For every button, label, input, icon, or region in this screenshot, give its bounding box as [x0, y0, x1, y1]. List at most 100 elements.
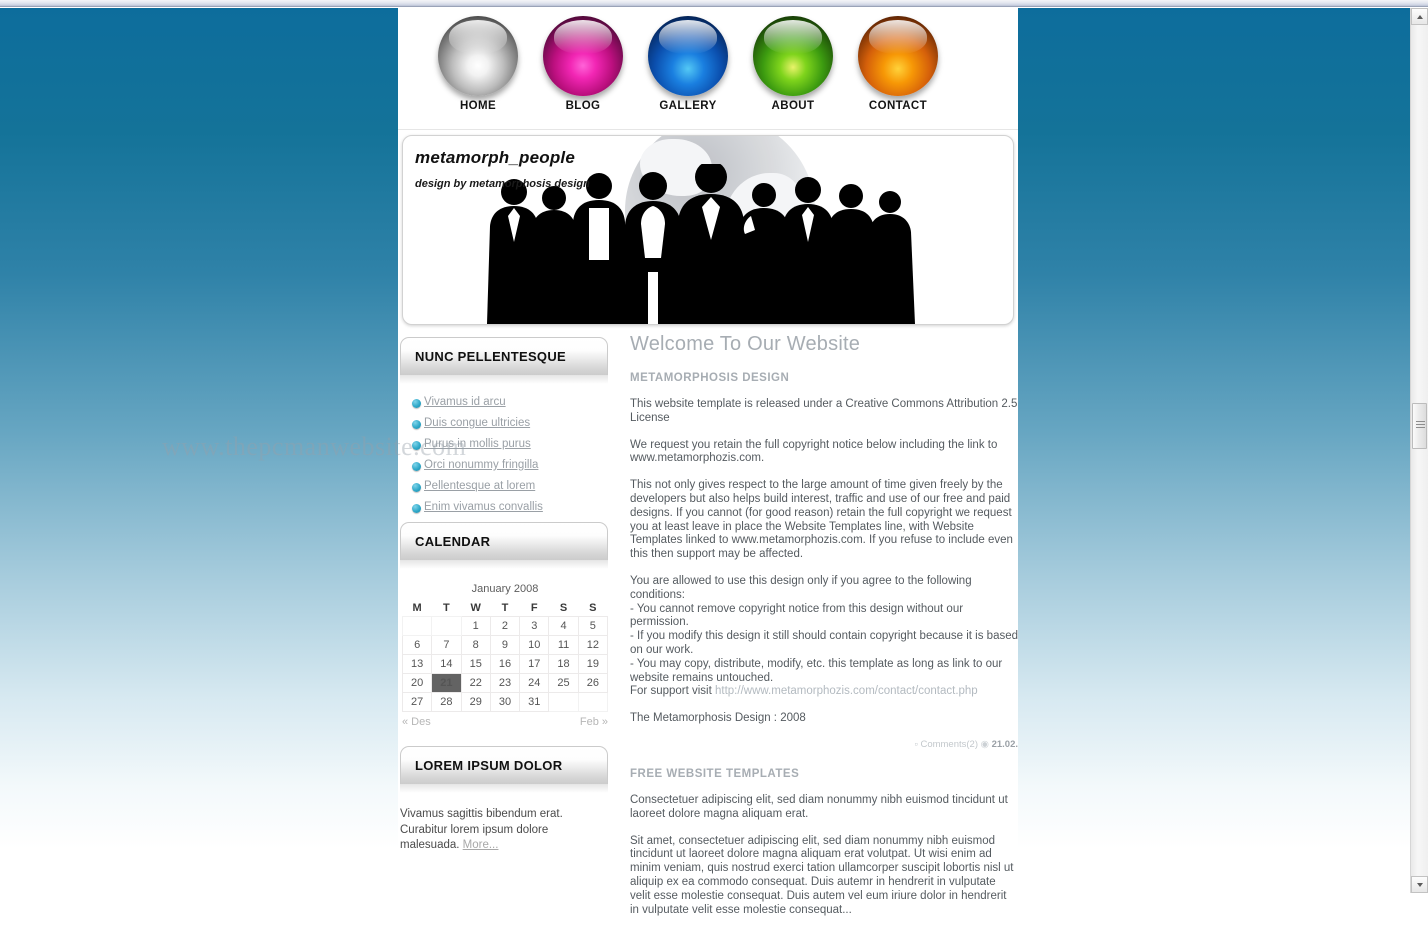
list-item: Orci nonummy fringilla: [400, 459, 612, 471]
calendar-caption: January 2008: [471, 583, 539, 595]
scrollbar-thumb[interactable]: [1412, 403, 1427, 449]
calendar-day-cell[interactable]: 12: [577, 635, 609, 655]
nav-item-gallery[interactable]: GALLERY: [638, 16, 738, 112]
calendar-day-cell[interactable]: 27: [401, 692, 433, 712]
page-title: Welcome To Our Website: [630, 333, 861, 355]
paragraph-conditions-intro: You are allowed to use this design only …: [630, 574, 972, 601]
calendar-day-cell[interactable]: 24: [519, 673, 550, 693]
calendar-day-cell[interactable]: 7: [431, 635, 462, 655]
condition-1: - You cannot remove copyright notice fro…: [630, 602, 964, 629]
bullet-icon: [412, 441, 421, 450]
clock-icon: ◉: [980, 738, 989, 750]
calendar-day-cell[interactable]: 31: [519, 692, 550, 712]
calendar-day-cell[interactable]: 30: [489, 692, 521, 712]
calendar-dayname: S: [589, 602, 597, 614]
calendar-prev-month[interactable]: « Des: [402, 716, 431, 728]
bullet-icon: [412, 483, 421, 492]
banner-title: metamorph_people: [415, 148, 576, 167]
calendar-empty-cell: [431, 616, 462, 636]
calendar-day-cell[interactable]: 22: [460, 673, 491, 693]
calendar-day-cell[interactable]: 26: [577, 673, 609, 693]
calendar-day-cell[interactable]: 6: [401, 635, 433, 655]
sidebar-link[interactable]: Purus in mollis purus: [424, 438, 531, 450]
paragraph-support: For support visit http://www.metamorphoz…: [630, 685, 1018, 699]
comment-icon: ▫: [914, 738, 918, 750]
calendar-day-cell[interactable]: 28: [431, 692, 462, 712]
comments-count[interactable]: Comments(2): [920, 739, 978, 750]
scrollbar-track[interactable]: [1411, 25, 1428, 876]
calendar-dayname: T: [501, 602, 509, 614]
calendar-nav: « Des Feb »: [402, 712, 608, 728]
nav-item-label: HOME: [459, 100, 497, 112]
paragraph-signature: The Metamorphosis Design : 2008: [630, 712, 806, 725]
nav-item-contact[interactable]: CONTACT: [848, 16, 948, 112]
calendar-week-row: 13 14 15 16 17 18 19: [401, 654, 609, 674]
scrollbar-grip-icon: [1416, 421, 1425, 430]
calendar-day-cell[interactable]: 1: [460, 616, 491, 636]
paragraph-copyright-request: We request you retain the full copyright…: [630, 438, 998, 465]
calendar-header-row: MTWTFSS: [403, 600, 608, 617]
sidebar-link[interactable]: Vivamus id arcu: [424, 396, 506, 408]
calendar-day-cell[interactable]: 29: [460, 692, 491, 712]
calendar-day-cell[interactable]: 3: [519, 616, 550, 636]
calendar-day-cell[interactable]: 17: [519, 654, 550, 674]
nav-item-blog[interactable]: BLOG: [533, 16, 633, 112]
panel-header-shadow: [400, 375, 608, 384]
calendar-day-cell[interactable]: 9: [489, 635, 521, 655]
calendar-day-cell[interactable]: 8: [460, 635, 491, 655]
calendar-today-cell[interactable]: 21: [431, 673, 462, 693]
calendar-day-cell[interactable]: 5: [577, 616, 609, 636]
calendar-body: 1 2 3 4 5 6 7 8 9 10 11 12 13 14 15 16 17 18 19 20 21 22 23 24 2…: [401, 616, 609, 712]
scroll-down-button[interactable]: [1411, 876, 1428, 893]
nav-item-label: CONTACT: [868, 100, 928, 112]
sidebar-more-link[interactable]: More...: [463, 839, 499, 851]
nav-item-about[interactable]: ABOUT: [743, 16, 843, 112]
nav-orb-orange-icon: [858, 16, 938, 96]
bullet-icon: [412, 504, 421, 513]
calendar-day-cell[interactable]: 19: [577, 654, 609, 674]
calendar-day-cell[interactable]: 11: [548, 635, 579, 655]
bullet-icon: [412, 399, 421, 408]
panel-header-shadow: [400, 560, 608, 569]
calendar-day-cell[interactable]: 18: [548, 654, 579, 674]
sidebar: NUNC PELLENTESQUE Vivamus id arcu Duis co…: [400, 337, 612, 858]
panel-header: NUNC PELLENTESQUE: [400, 337, 608, 375]
calendar-dayname: M: [412, 602, 422, 614]
calendar-day-cell[interactable]: 25: [548, 673, 579, 693]
panel-title: CALENDAR: [415, 534, 491, 549]
nav-item-home[interactable]: HOME: [428, 16, 528, 112]
calendar-day-cell[interactable]: 16: [489, 654, 521, 674]
sidebar-link[interactable]: Orci nonummy fringilla: [424, 459, 538, 471]
calendar-day-cell[interactable]: 10: [519, 635, 550, 655]
paragraph-lorem-2: Sit amet, consectetuer adipiscing elit, …: [630, 834, 1014, 916]
calendar-day-cell[interactable]: 14: [431, 654, 462, 674]
calendar-day-cell[interactable]: 15: [460, 654, 491, 674]
calendar-empty-cell: [577, 692, 609, 712]
sidebar-link[interactable]: Pellentesque at lorem: [424, 480, 535, 492]
calendar-week-row: 6 7 8 9 10 11 12: [401, 635, 609, 655]
bullet-icon: [412, 462, 421, 471]
panel-header-shadow: [400, 784, 608, 793]
calendar-next-month[interactable]: Feb »: [580, 716, 608, 728]
calendar-day-cell[interactable]: 23: [489, 673, 521, 693]
vertical-scrollbar[interactable]: [1410, 8, 1428, 893]
nav-orb-silver-icon: [438, 16, 518, 96]
calendar-day-cell[interactable]: 20: [401, 673, 433, 693]
main-column: Welcome To Our Website METAMORPHOSIS DES…: [630, 333, 1018, 930]
sidebar-link[interactable]: Duis congue ultricies: [424, 417, 530, 429]
nav-item-label: BLOG: [565, 100, 601, 112]
panel-calendar: CALENDAR January 2008 MTWTFSS 1234567891…: [400, 522, 612, 728]
calendar-day-cell[interactable]: 4: [548, 616, 579, 636]
calendar-empty-cell: [548, 692, 579, 712]
list-item: Pellentesque at lorem: [400, 480, 612, 492]
calendar-week-row: 12345: [401, 616, 609, 636]
scroll-up-button[interactable]: [1411, 8, 1428, 25]
sidebar-link[interactable]: Enim vivamus convallis: [424, 501, 543, 513]
condition-3: - You may copy, distribute, modify, etc.…: [630, 657, 1003, 684]
banner-subtitle: design by metamorphosis design: [415, 178, 590, 190]
condition-2: - If you modify this design it still sho…: [630, 630, 1019, 656]
calendar-day-cell[interactable]: 13: [401, 654, 433, 674]
nav-item-label: GALLERY: [659, 100, 717, 112]
calendar-day-cell[interactable]: 2: [489, 616, 521, 636]
support-link[interactable]: http://www.metamorphozis.com/contact/con…: [715, 685, 978, 697]
